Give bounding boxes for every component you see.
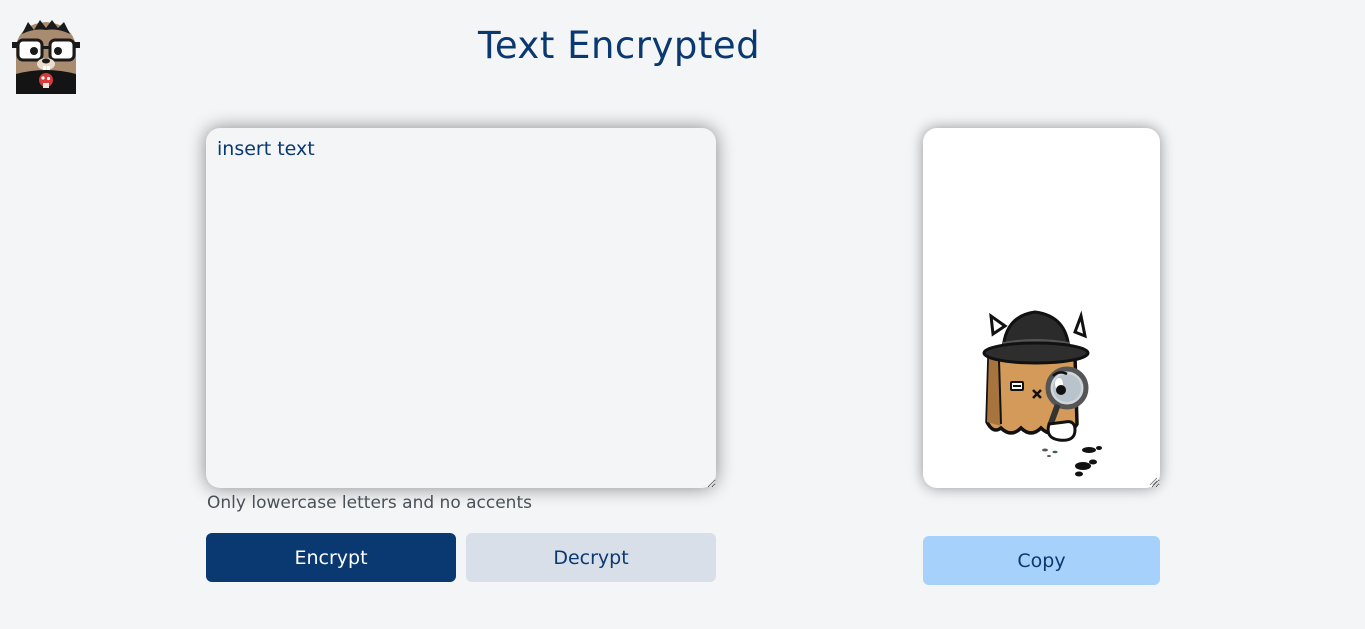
text-input[interactable] bbox=[206, 128, 716, 488]
input-hint: Only lowercase letters and no accents bbox=[207, 493, 532, 513]
detective-illustration-icon bbox=[982, 310, 1102, 477]
resize-handle-icon[interactable] bbox=[1149, 477, 1157, 485]
gopher-logo-icon bbox=[12, 20, 80, 94]
encrypt-button[interactable]: Encrypt bbox=[206, 533, 456, 582]
copy-button[interactable]: Copy bbox=[923, 536, 1160, 585]
output-panel[interactable] bbox=[923, 128, 1160, 488]
decrypt-button[interactable]: Decrypt bbox=[466, 533, 716, 582]
page-title: Text Encrypted bbox=[478, 24, 761, 67]
